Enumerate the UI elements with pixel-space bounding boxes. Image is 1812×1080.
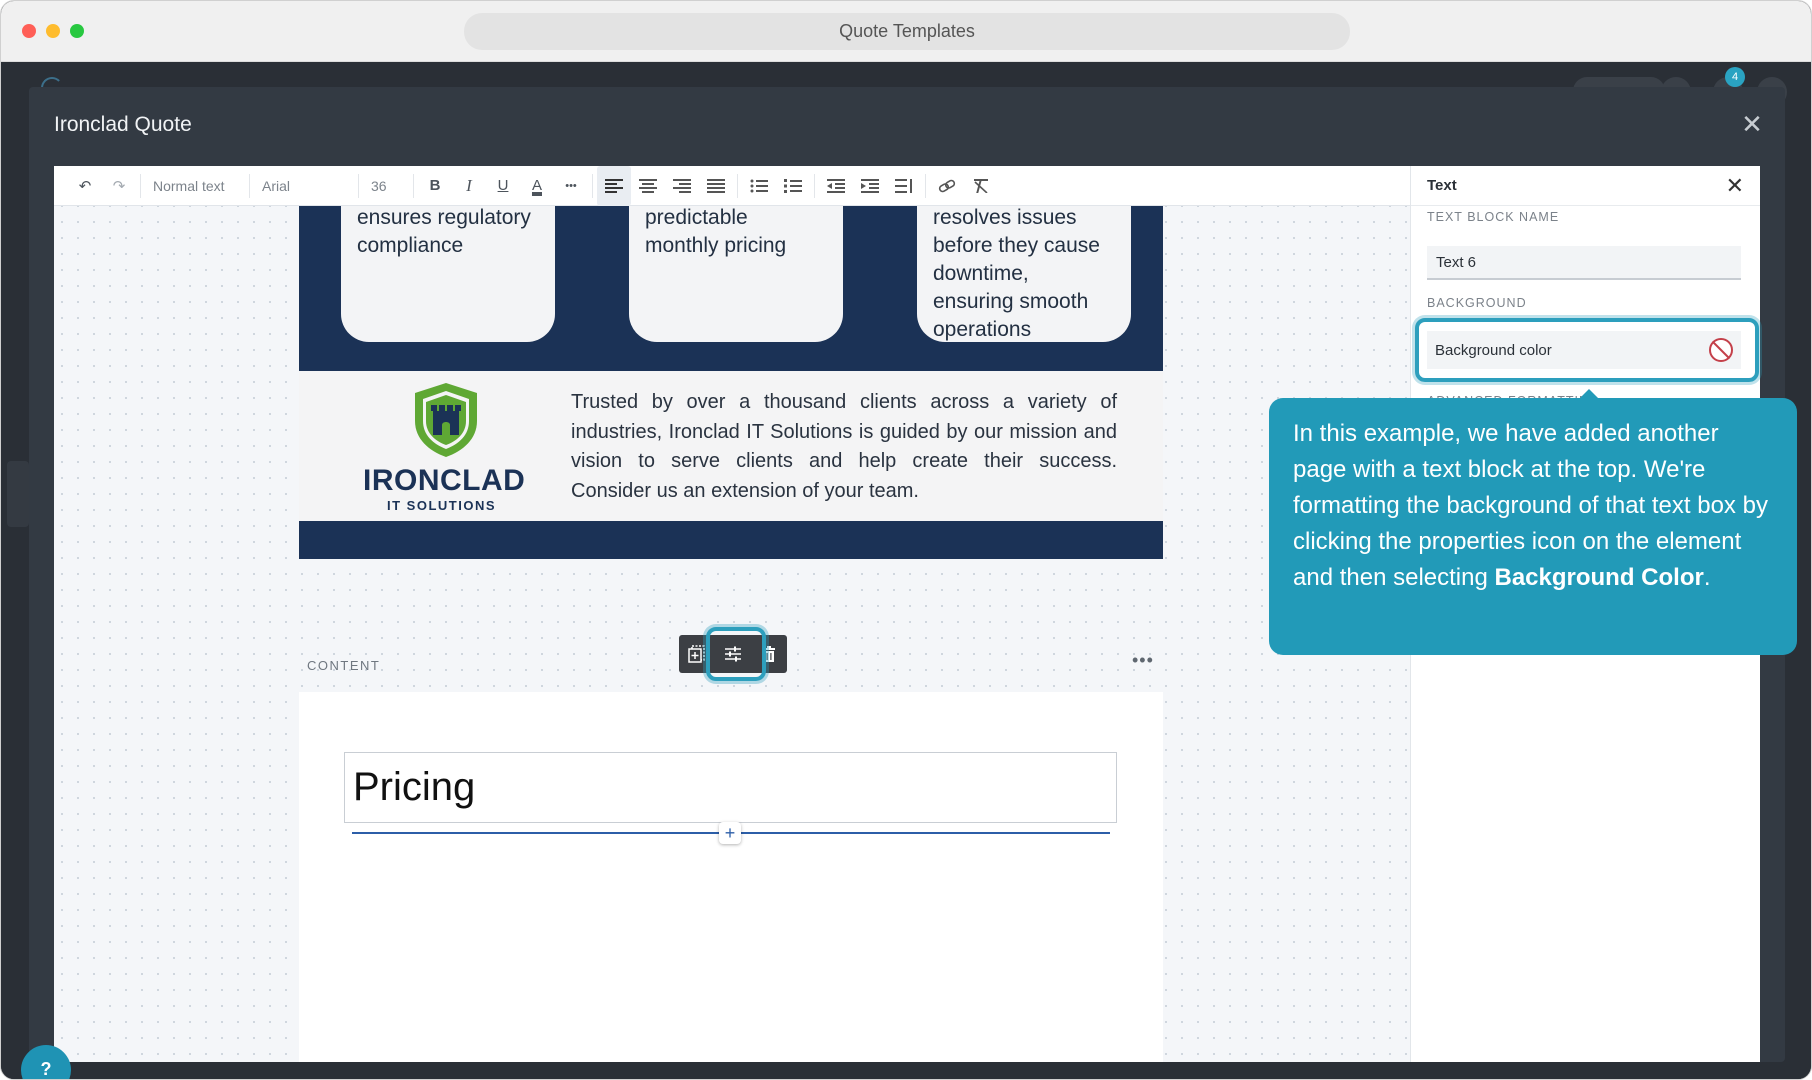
panel-title: Text xyxy=(1427,177,1457,194)
bold-icon[interactable]: B xyxy=(418,166,452,206)
add-block-button[interactable]: + xyxy=(719,822,741,844)
text-block-name-label: TEXT BLOCK NAME xyxy=(1427,210,1560,224)
toolbar-divider xyxy=(592,173,593,198)
ironclad-logo-word: IRONCLAD xyxy=(363,464,526,497)
italic-icon[interactable]: I xyxy=(452,166,486,206)
maximize-window-button[interactable] xyxy=(70,24,84,38)
about-band: IRONCLAD IT SOLUTIONS Trusted by over a … xyxy=(299,371,1163,521)
toolbar-divider xyxy=(249,173,250,198)
template-page-1: ensures regulatory compliance predictabl… xyxy=(299,186,1163,559)
feature-card: ensures regulatory compliance xyxy=(341,186,555,342)
minimize-window-button[interactable] xyxy=(46,24,60,38)
toolbar-divider xyxy=(413,173,414,198)
close-window-button[interactable] xyxy=(22,24,36,38)
align-left-icon[interactable] xyxy=(597,166,631,206)
panel-header: Text ✕ xyxy=(1411,166,1760,206)
underline-icon[interactable]: U xyxy=(486,166,520,206)
outdent-icon[interactable] xyxy=(819,166,853,206)
toolbar-divider xyxy=(140,173,141,198)
modal-title: Ironclad Quote xyxy=(54,113,192,136)
feature-card-text: predictable monthly pricing xyxy=(645,206,787,257)
modal-close-icon[interactable]: ✕ xyxy=(1739,111,1765,137)
notification-badge: 4 xyxy=(1725,67,1745,87)
text-color-icon[interactable]: A xyxy=(520,166,554,206)
toolbar-divider xyxy=(358,173,359,198)
clear-formatting-icon[interactable] xyxy=(964,166,998,206)
background-color-highlight xyxy=(1415,318,1759,382)
bullet-list-icon[interactable] xyxy=(742,166,776,206)
pricing-heading[interactable]: Pricing xyxy=(353,765,475,810)
align-center-icon[interactable] xyxy=(631,166,665,206)
tooltip-bold-text: Background Color xyxy=(1494,564,1704,591)
align-justify-icon[interactable] xyxy=(699,166,733,206)
feature-card-text: resolves issues before they cause downti… xyxy=(933,206,1100,341)
editor-canvas: ↶ ↷ Normal text Arial 36 B I U A ••• ens… xyxy=(54,166,1410,1062)
title-bar: Quote Templates xyxy=(1,1,1811,62)
feature-card: resolves issues before they cause downti… xyxy=(917,186,1131,342)
panel-close-icon[interactable]: ✕ xyxy=(1726,173,1744,199)
format-toolbar: ↶ ↷ Normal text Arial 36 B I U A ••• xyxy=(54,166,1410,206)
toolbar-divider xyxy=(925,173,926,198)
text-block-name-value: Text 6 xyxy=(1436,253,1477,271)
app-window: Quote Templates 4 Ironclad Quote ✕ ↶ ↷ N… xyxy=(0,0,1812,1080)
text-block[interactable]: Pricing xyxy=(344,752,1117,823)
section-label: CONTENT xyxy=(307,658,381,673)
align-right-icon[interactable] xyxy=(665,166,699,206)
link-icon[interactable] xyxy=(930,166,964,206)
background-sidebar-item xyxy=(7,461,29,527)
font-family-select[interactable]: Arial xyxy=(254,166,354,206)
ironclad-shield-logo-icon xyxy=(415,383,477,457)
walkthrough-tooltip: In this example, we have added another p… xyxy=(1269,398,1797,655)
feature-card: predictable monthly pricing xyxy=(629,186,843,342)
indent-icon[interactable] xyxy=(853,166,887,206)
ironclad-logo-subtitle: IT SOLUTIONS xyxy=(387,498,496,513)
tooltip-text-end: . xyxy=(1703,564,1711,591)
properties-icon-highlight xyxy=(706,627,766,681)
toolbar-divider xyxy=(737,173,738,198)
redo-icon[interactable]: ↷ xyxy=(102,166,136,206)
paragraph-style-select[interactable]: Normal text xyxy=(145,166,245,206)
line-spacing-icon[interactable] xyxy=(887,166,921,206)
feature-card-text: ensures regulatory compliance xyxy=(357,206,531,257)
text-block-name-input[interactable]: Text 6 xyxy=(1427,246,1741,280)
toolbar-divider xyxy=(814,173,815,198)
window-title: Quote Templates xyxy=(464,13,1350,50)
template-page-2: Pricing + xyxy=(299,692,1163,1062)
more-options-icon[interactable]: ••• xyxy=(554,166,588,206)
font-size-select[interactable]: 36 xyxy=(363,166,409,206)
background-label: BACKGROUND xyxy=(1427,296,1527,310)
section-more-icon[interactable]: ••• xyxy=(1132,650,1154,671)
about-paragraph: Trusted by over a thousand clients acros… xyxy=(571,391,1117,502)
numbered-list-icon[interactable] xyxy=(776,166,810,206)
undo-icon[interactable]: ↶ xyxy=(68,166,102,206)
